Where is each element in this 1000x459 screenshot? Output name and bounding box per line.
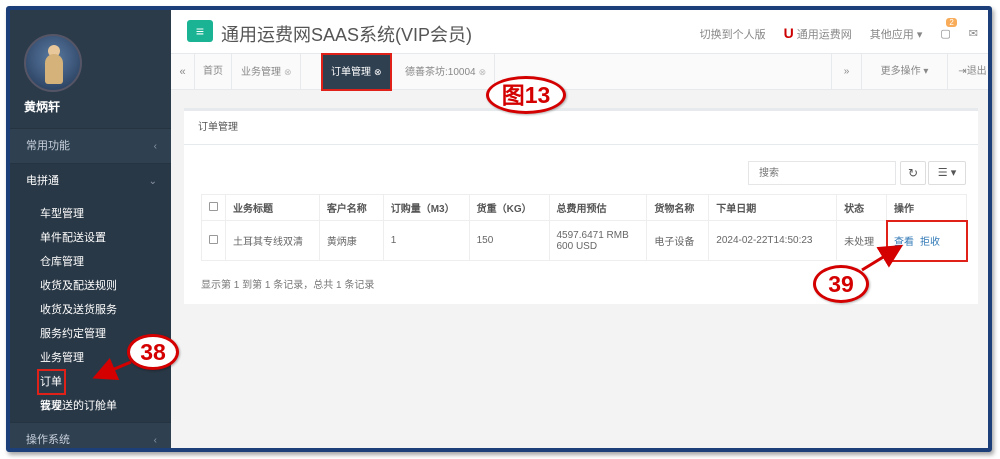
cell-weight: 150 xyxy=(468,220,550,261)
col-title[interactable]: 业务标题 xyxy=(224,194,320,221)
top-header: ≡ 通用运费网SAAS系统(VIP会员) 切换到个人版 U 通用运费网 其他应用 … xyxy=(171,10,988,54)
app-frame: 黄炳轩 常用功能 ‹ 电拼通 ⌄ 车型管理 单件配送设置 仓库管理 收货及配送规… xyxy=(6,6,992,452)
table-header-row: 业务标题 客户名称 订购量（M3） 货重（KG） 总费用预估 货物名称 下单日期… xyxy=(201,194,967,221)
col-volume[interactable]: 订购量（M3） xyxy=(382,194,470,221)
select-all-cell xyxy=(201,194,226,221)
sidebar-item-orders[interactable]: 订单管理 xyxy=(37,369,66,412)
sidebar-item-label: 常用功能 xyxy=(26,140,70,152)
sidebar-item-sent-bookings[interactable]: 我发送的订舱单 xyxy=(10,394,171,418)
sidebar-item-single-delivery[interactable]: 单件配送设置 xyxy=(10,226,171,250)
brand-u-icon: U xyxy=(783,25,794,41)
switch-personal-link[interactable]: 切换到个人版 xyxy=(700,26,766,42)
refresh-button[interactable]: ↻ xyxy=(900,161,926,185)
avatar[interactable] xyxy=(24,34,82,92)
tab-home[interactable]: 首页 xyxy=(195,54,232,90)
bell-icon: ▢ xyxy=(940,28,951,40)
notification-button[interactable]: ▢ 2 xyxy=(940,18,957,40)
cell-date: 2024-02-22T14:50:23 xyxy=(708,220,838,261)
brand-link[interactable]: U 通用运费网 xyxy=(784,25,852,42)
sidebar-item-label: 电拼通 xyxy=(26,175,59,187)
chevron-left-icon: ‹ xyxy=(153,435,157,446)
pagination-info: 显示第 1 到第 1 条记录，总共 1 条记录 xyxy=(201,280,375,291)
annotation-39: 39 xyxy=(813,265,869,303)
close-icon[interactable]: ⊗ xyxy=(374,67,382,77)
brand-link-label: 通用运费网 xyxy=(796,29,852,41)
sidebar-item-delivery-rules[interactable]: 收货及配送规则 xyxy=(10,274,171,298)
cell-customer: 黄炳康 xyxy=(318,220,384,261)
columns-button[interactable]: ☰ ▾ xyxy=(928,161,966,185)
mail-icon[interactable]: ✉ xyxy=(969,27,978,40)
close-icon[interactable]: ⊗ xyxy=(479,67,487,77)
col-ops: 操作 xyxy=(886,194,967,221)
profile-area: 黄炳轩 xyxy=(10,10,171,128)
more-ops-label: 更多操作 xyxy=(880,66,921,77)
sidebar: 黄炳轩 常用功能 ‹ 电拼通 ⌄ 车型管理 单件配送设置 仓库管理 收货及配送规… xyxy=(10,10,171,448)
refresh-icon: ↻ xyxy=(907,166,919,180)
cost-usd: 600 USD xyxy=(556,240,598,252)
annotation-38: 38 xyxy=(127,334,179,370)
tab-label: 业务管理 xyxy=(241,67,281,78)
chevron-down-icon: ⌄ xyxy=(148,176,157,187)
logout-button[interactable]: ⇥退出 xyxy=(947,54,988,90)
orders-table: 业务标题 客户名称 订购量（M3） 货重（KG） 总费用预估 货物名称 下单日期… xyxy=(201,194,968,262)
panel-title: 订单管理 xyxy=(184,111,978,145)
sidebar-submenu: 车型管理 单件配送设置 仓库管理 收货及配送规则 收货及送货服务 服务约定管理 … xyxy=(10,198,171,422)
header-links: 切换到个人版 U 通用运费网 其他应用 ▾ ▢ 2 ✉ xyxy=(700,18,978,42)
cell-title: 土耳其专线双清 xyxy=(224,220,320,261)
view-link[interactable]: 查看 xyxy=(894,237,914,248)
tab-label: 首页 xyxy=(203,66,223,77)
cell-status: 未处理 xyxy=(836,220,888,261)
sidebar-item-dianpintong[interactable]: 电拼通 ⌄ xyxy=(10,163,171,198)
row-checkbox[interactable] xyxy=(209,234,218,244)
tab-label: 订单管理 xyxy=(331,67,371,78)
annotation-figure-13: 图13 xyxy=(486,76,566,114)
select-all-checkbox[interactable] xyxy=(209,201,218,211)
username[interactable]: 黄炳轩 xyxy=(24,98,60,115)
more-ops-dropdown[interactable]: 更多操作 ▾ xyxy=(861,54,947,90)
col-customer[interactable]: 客户名称 xyxy=(318,194,384,221)
sidebar-item-common[interactable]: 常用功能 ‹ xyxy=(10,128,171,163)
sidebar-item-vehicle-types[interactable]: 车型管理 xyxy=(10,202,171,226)
cell-cost: 4597.6471 RMB 600 USD xyxy=(548,220,648,261)
sidebar-item-warehouse[interactable]: 仓库管理 xyxy=(10,250,171,274)
other-apps-dropdown[interactable]: 其他应用 ▾ xyxy=(870,26,923,42)
col-goods[interactable]: 货物名称 xyxy=(646,194,710,221)
sidebar-item-label: 操作系统 xyxy=(26,434,70,446)
logout-label: 退出 xyxy=(966,66,987,77)
sidebar-menu: 常用功能 ‹ 电拼通 ⌄ 车型管理 单件配送设置 仓库管理 收货及配送规则 收货… xyxy=(10,128,171,448)
tab-scroll-right-icon[interactable]: » xyxy=(831,54,861,90)
tab-label: 德善茶坊:10004 xyxy=(405,67,476,78)
row-select-cell xyxy=(201,220,226,261)
notification-badge: 2 xyxy=(946,18,957,27)
tab-business[interactable]: 业务管理 ⊗ xyxy=(233,54,301,90)
sidebar-item-operations[interactable]: 操作系统 ‹ xyxy=(10,422,171,448)
tab-orders[interactable]: 订单管理 ⊗ xyxy=(321,53,392,91)
reject-link[interactable]: 拒收 xyxy=(920,237,940,248)
sidebar-item-delivery-services[interactable]: 收货及送货服务 xyxy=(10,298,171,322)
cell-goods: 电子设备 xyxy=(646,220,710,261)
chevron-left-icon: ‹ xyxy=(153,141,157,152)
system-title: 通用运费网SAAS系统(VIP会员) xyxy=(221,25,473,45)
col-cost[interactable]: 总费用预估 xyxy=(548,194,648,221)
col-date[interactable]: 下单日期 xyxy=(708,194,838,221)
tab-bar: « 首页 业务管理 ⊗ 订单管理 ⊗ 德善茶坊:10004 ⊗ » 更多操作 ▾ ⇥退… xyxy=(171,53,988,91)
table-row: 土耳其专线双清 黄炳康 1 150 4597.6471 RMB 600 USD … xyxy=(201,219,968,262)
other-apps-label: 其他应用 xyxy=(869,28,914,41)
cell-volume: 1 xyxy=(382,220,470,261)
tab-scroll-left-icon[interactable]: « xyxy=(171,54,195,90)
list-icon: ☰ xyxy=(937,167,948,179)
cost-rmb: 4597.6471 RMB xyxy=(556,229,629,241)
cell-ops: 查看 拒收 xyxy=(885,219,968,262)
avatar-body-shape xyxy=(45,54,63,84)
tab-shop[interactable]: 德善茶坊:10004 ⊗ xyxy=(397,54,496,90)
search-input[interactable] xyxy=(748,161,896,185)
hamburger-icon[interactable]: ≡ xyxy=(187,20,213,42)
col-status[interactable]: 状态 xyxy=(836,194,888,221)
col-weight[interactable]: 货重（KG） xyxy=(468,194,550,221)
logout-icon: ⇥ xyxy=(958,66,967,77)
close-icon[interactable]: ⊗ xyxy=(284,67,292,77)
